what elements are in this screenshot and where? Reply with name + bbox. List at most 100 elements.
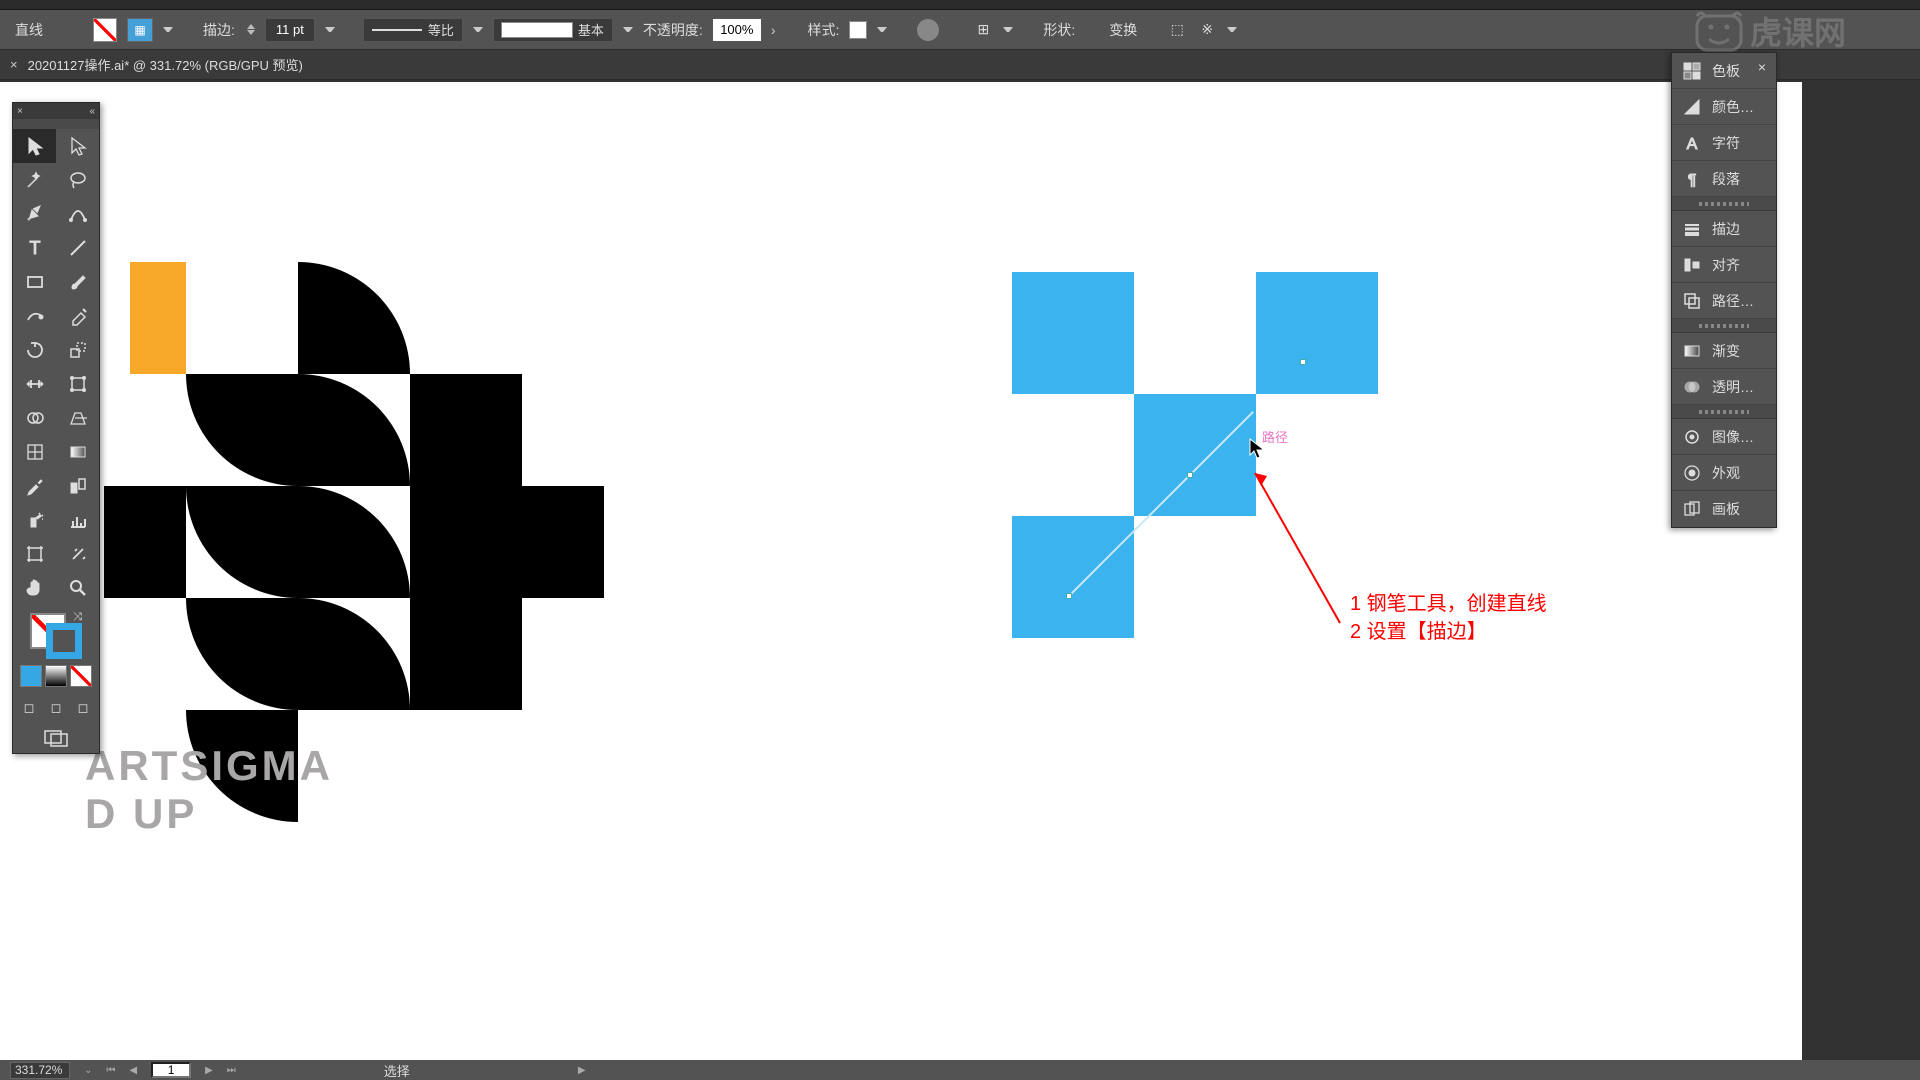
align-icon[interactable]: ⊞ [973, 21, 993, 39]
panel-color[interactable]: 颜色… [1672, 89, 1776, 125]
artboard-tool[interactable] [13, 537, 56, 571]
scale-tool[interactable] [56, 333, 99, 367]
stroke-weight-input[interactable]: 11 pt [265, 18, 315, 42]
profile-dropdown-icon[interactable] [473, 27, 483, 37]
arrange-dropdown-icon[interactable] [1227, 27, 1237, 37]
free-transform-tool[interactable] [56, 367, 99, 401]
graph-tool[interactable] [56, 503, 99, 537]
fill-swatch[interactable] [93, 18, 117, 42]
panel-transparency[interactable]: 透明… [1672, 369, 1776, 405]
none-mode-icon[interactable] [70, 665, 92, 687]
default-colors-icon[interactable] [28, 647, 42, 661]
panel-character[interactable]: A 字符 [1672, 125, 1776, 161]
swap-fill-stroke-icon[interactable]: ⤨ [73, 611, 82, 624]
opacity-flyout-icon[interactable]: › [771, 22, 776, 38]
panel-align[interactable]: 对齐 [1672, 247, 1776, 283]
panel-pathfinder[interactable]: 路径… [1672, 283, 1776, 319]
brush-dropdown-icon[interactable] [623, 27, 633, 37]
type-tool[interactable]: T [13, 231, 56, 265]
tools-collapse-icon[interactable]: « [89, 106, 95, 117]
direct-selection-tool[interactable] [56, 129, 99, 163]
panel-image[interactable]: 图像… [1672, 419, 1776, 455]
stroke-color-icon[interactable] [46, 623, 82, 659]
draw-behind-icon[interactable]: ◻ [44, 697, 68, 719]
main-area: × « T [0, 82, 1920, 1060]
screen-mode-button[interactable] [13, 723, 99, 753]
character-icon: A [1682, 133, 1702, 153]
style-dropdown-icon[interactable] [877, 27, 887, 37]
draw-normal-icon[interactable]: ◻ [17, 697, 41, 719]
hand-tool[interactable] [13, 571, 56, 605]
artboard-number-input[interactable] [151, 1062, 191, 1078]
prev-artboard-icon[interactable]: ◀ [129, 1065, 137, 1076]
transform-label[interactable]: 变换 [1109, 20, 1137, 40]
width-tool[interactable] [13, 367, 56, 401]
orange-block [130, 262, 186, 374]
panel-stroke[interactable]: 描边 [1672, 211, 1776, 247]
mesh-tool[interactable] [13, 435, 56, 469]
align-panel-icon [1682, 255, 1702, 275]
fill-stroke-control[interactable]: ⤨ [28, 611, 84, 661]
perspective-tool[interactable] [56, 401, 99, 435]
zoom-tool[interactable] [56, 571, 99, 605]
rectangle-tool[interactable] [13, 265, 56, 299]
draw-inside-icon[interactable]: ◻ [71, 697, 95, 719]
tools-panel: × « T [12, 102, 100, 754]
lasso-tool[interactable] [56, 163, 99, 197]
style-swatch[interactable] [849, 21, 867, 39]
isolate-icon[interactable]: ⬚ [1167, 21, 1187, 39]
last-artboard-icon[interactable]: ⏭ [227, 1065, 236, 1076]
panel-paragraph[interactable]: ¶ 段落 [1672, 161, 1776, 197]
arrange-icon[interactable]: ※ [1197, 21, 1217, 39]
stroke-color-swatch[interactable]: ▦ [127, 18, 153, 42]
panel-separator [1672, 405, 1776, 419]
gradient-tool[interactable] [56, 435, 99, 469]
anchor-point[interactable] [1300, 359, 1306, 365]
stroke-weight-dropdown-icon[interactable] [325, 27, 335, 37]
tools-panel-header[interactable]: × « [13, 103, 99, 119]
pen-tool[interactable] [13, 197, 56, 231]
next-artboard-icon[interactable]: ▶ [205, 1065, 213, 1076]
recolor-icon[interactable] [917, 19, 939, 41]
brush-select[interactable]: 基本 [493, 18, 613, 42]
title-bar [0, 0, 1920, 10]
anchor-point[interactable] [1187, 472, 1193, 478]
panel-artboards[interactable]: 画板 [1672, 491, 1776, 527]
line-tool[interactable] [56, 231, 99, 265]
panel-appearance[interactable]: 外观 [1672, 455, 1776, 491]
blend-tool[interactable] [56, 469, 99, 503]
rotate-tool[interactable] [13, 333, 56, 367]
stroke-profile-select[interactable]: 等比 [363, 18, 463, 42]
first-artboard-icon[interactable]: ⏮ [106, 1065, 115, 1076]
color-dropdown-icon[interactable] [163, 27, 173, 37]
tools-close-icon[interactable]: × [17, 106, 23, 117]
zoom-dropdown-icon[interactable]: ⌄ [84, 1065, 92, 1076]
paintbrush-tool[interactable] [56, 265, 99, 299]
align-dropdown-icon[interactable] [1003, 27, 1013, 37]
status-flyout-icon[interactable]: ▶ [578, 1065, 586, 1076]
canvas[interactable]: × « T [0, 82, 1802, 1060]
symbol-sprayer-tool[interactable] [13, 503, 56, 537]
artboards-icon [1682, 499, 1702, 519]
shape-builder-tool[interactable] [13, 401, 56, 435]
selection-tool[interactable] [13, 129, 56, 163]
gradient-mode-icon[interactable] [45, 665, 67, 687]
stroke-label: 描边: [203, 20, 235, 40]
tab-close-icon[interactable]: × [10, 57, 18, 72]
color-mode-icon[interactable] [20, 665, 42, 687]
slice-tool[interactable] [56, 537, 99, 571]
panel-gradient[interactable]: 渐变 [1672, 333, 1776, 369]
shaper-tool[interactable] [13, 299, 56, 333]
magic-wand-tool[interactable] [13, 163, 56, 197]
curvature-tool[interactable] [56, 197, 99, 231]
panel-separator [1672, 319, 1776, 333]
zoom-input[interactable]: 331.72% [10, 1062, 70, 1079]
svg-text:虎课网: 虎课网 [1750, 15, 1846, 51]
anchor-point[interactable] [1066, 593, 1072, 599]
eraser-tool[interactable] [56, 299, 99, 333]
appearance-icon [1682, 463, 1702, 483]
opacity-input[interactable]: 100% [713, 19, 761, 41]
document-tab-label[interactable]: 20201127操作.ai* @ 331.72% (RGB/GPU 预览) [28, 55, 303, 74]
eyedropper-tool[interactable] [13, 469, 56, 503]
stroke-stepper[interactable] [247, 20, 255, 39]
